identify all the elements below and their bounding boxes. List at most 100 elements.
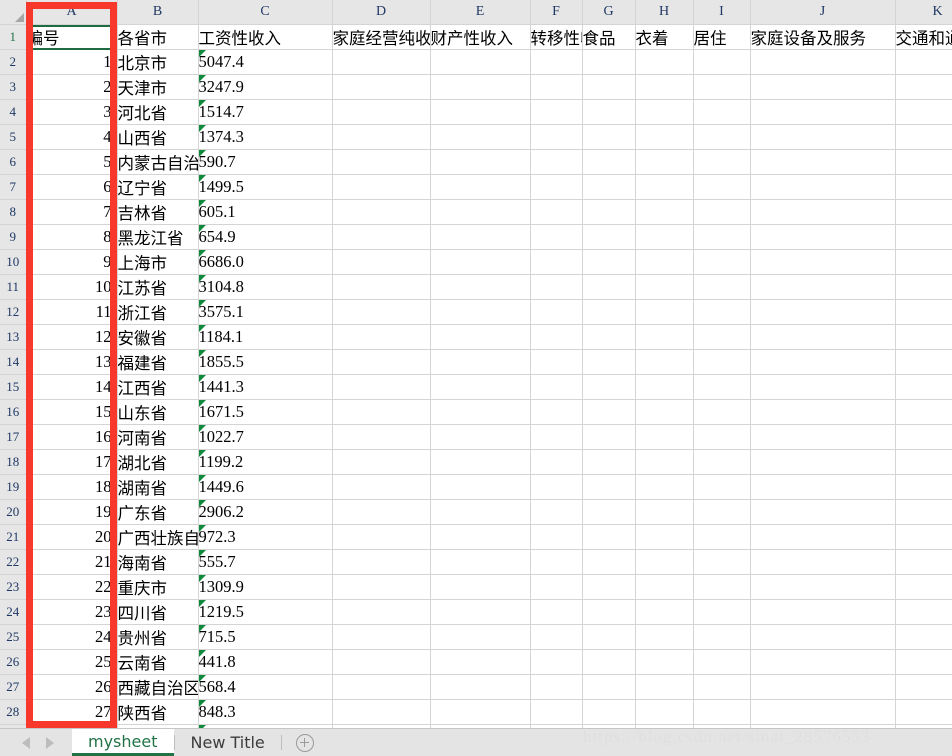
cell-J19[interactable] (750, 474, 896, 500)
cell-E14[interactable] (430, 349, 531, 375)
cell-I28[interactable] (693, 699, 751, 725)
cell-K12[interactable] (895, 299, 952, 325)
cell-G16[interactable] (582, 399, 636, 425)
cell-J25[interactable] (750, 624, 896, 650)
cell-D1[interactable]: 家庭经营纯收入 (332, 24, 431, 50)
cell-A6[interactable]: 5 (26, 149, 118, 175)
cell-A16[interactable]: 15 (26, 399, 118, 425)
cell-C13[interactable]: 1184.1 (198, 324, 333, 350)
cell-H11[interactable] (635, 274, 694, 300)
cell-A21[interactable]: 20 (26, 524, 118, 550)
table-row[interactable]: 65内蒙古自治区590.7 (0, 149, 952, 175)
cell-G20[interactable] (582, 499, 636, 525)
cell-K19[interactable] (895, 474, 952, 500)
cell-D10[interactable] (332, 249, 431, 275)
cell-K3[interactable] (895, 74, 952, 100)
cell-I15[interactable] (693, 374, 751, 400)
cell-F13[interactable] (530, 324, 583, 350)
table-row[interactable]: 10 9 上海市 6686.0 (0, 249, 952, 275)
cell-H24[interactable] (635, 599, 694, 625)
table-row[interactable]: 17 16 河南省 1022.7 (0, 424, 952, 450)
sheet-tabs[interactable]: mysheet New Title (72, 729, 282, 756)
cell-A26[interactable]: 25 (26, 649, 118, 675)
row-header-23[interactable]: 23 (0, 574, 27, 600)
table-row[interactable]: 11 10 江苏省 3104.8 (0, 274, 952, 300)
cell-G17[interactable] (582, 424, 636, 450)
add-sheet-button[interactable] (282, 729, 328, 756)
cell-G14[interactable] (582, 349, 636, 375)
cell-G9[interactable] (582, 224, 636, 250)
cell-E15[interactable] (430, 374, 531, 400)
column-header-i[interactable]: I (693, 0, 751, 25)
row-header-22[interactable]: 22 (0, 549, 27, 575)
cell-H5[interactable] (635, 124, 694, 150)
cell-B11[interactable]: 江苏省 (117, 274, 199, 300)
cell-I17[interactable] (693, 424, 751, 450)
cell-E24[interactable] (430, 599, 531, 625)
cell-E7[interactable] (430, 174, 531, 200)
cell-C18[interactable]: 1199.2 (198, 449, 333, 475)
triangle-left-icon[interactable] (22, 736, 30, 749)
row-header-19[interactable]: 19 (0, 474, 27, 500)
cell-F10[interactable] (530, 249, 583, 275)
cell-K15[interactable] (895, 374, 952, 400)
cell-D12[interactable] (332, 299, 431, 325)
cell-J1[interactable]: 家庭设备及服务 (750, 24, 896, 50)
cell-C23[interactable]: 1309.9 (198, 574, 333, 600)
cell-J28[interactable] (750, 699, 896, 725)
cell-C20[interactable]: 2906.2 (198, 499, 333, 525)
cell-H25[interactable] (635, 624, 694, 650)
cell-J17[interactable] (750, 424, 896, 450)
row-header-8[interactable]: 8 (0, 199, 27, 225)
cell-F4[interactable] (530, 99, 583, 125)
row-header-9[interactable]: 9 (0, 224, 27, 250)
cell-C15[interactable]: 1441.3 (198, 374, 333, 400)
cell-J11[interactable] (750, 274, 896, 300)
table-row[interactable]: 19 18 湖南省 1449.6 (0, 474, 952, 500)
cell-C24[interactable]: 1219.5 (198, 599, 333, 625)
cell-F21[interactable] (530, 524, 583, 550)
cell-F5[interactable] (530, 124, 583, 150)
cell-B8[interactable]: 吉林省 (117, 199, 199, 225)
cell-A9[interactable]: 8 (26, 224, 118, 250)
cell-D7[interactable] (332, 174, 431, 200)
cell-E23[interactable] (430, 574, 531, 600)
cell-D11[interactable] (332, 274, 431, 300)
cell-A12[interactable]: 11 (26, 299, 118, 325)
cell-G23[interactable] (582, 574, 636, 600)
cell-G25[interactable] (582, 624, 636, 650)
cell-A17[interactable]: 16 (26, 424, 118, 450)
cell-G21[interactable] (582, 524, 636, 550)
cell-B23[interactable]: 重庆市 (117, 574, 199, 600)
cell-A27[interactable]: 26 (26, 674, 118, 700)
cell-D17[interactable] (332, 424, 431, 450)
cell-G10[interactable] (582, 249, 636, 275)
cell-J13[interactable] (750, 324, 896, 350)
cell-K28[interactable] (895, 699, 952, 725)
spreadsheet-grid-area[interactable]: ABCDEFGHIJK 1编号各省市工资性收入家庭经营纯收入财产性收入转移性收入… (0, 0, 952, 730)
cell-I19[interactable] (693, 474, 751, 500)
cell-H13[interactable] (635, 324, 694, 350)
cell-A14[interactable]: 13 (26, 349, 118, 375)
cell-B25[interactable]: 贵州省 (117, 624, 199, 650)
cell-A1[interactable]: 编号 (26, 24, 118, 50)
column-header-g[interactable]: G (582, 0, 636, 25)
cell-F22[interactable] (530, 549, 583, 575)
cell-K9[interactable] (895, 224, 952, 250)
cell-D13[interactable] (332, 324, 431, 350)
column-header-a[interactable]: A (26, 0, 118, 25)
cell-B4[interactable]: 河北省 (117, 99, 199, 125)
row-header-16[interactable]: 16 (0, 399, 27, 425)
cell-D15[interactable] (332, 374, 431, 400)
cell-C12[interactable]: 3575.1 (198, 299, 333, 325)
cell-B21[interactable]: 广西壮族自治区 (117, 524, 199, 550)
cell-B13[interactable]: 安徽省 (117, 324, 199, 350)
cell-J3[interactable] (750, 74, 896, 100)
column-header-d[interactable]: D (332, 0, 431, 25)
cell-F19[interactable] (530, 474, 583, 500)
cell-F20[interactable] (530, 499, 583, 525)
cell-A8[interactable]: 7 (26, 199, 118, 225)
cell-K1[interactable]: 交通和通信 (895, 24, 952, 50)
cell-F24[interactable] (530, 599, 583, 625)
cell-I27[interactable] (693, 674, 751, 700)
